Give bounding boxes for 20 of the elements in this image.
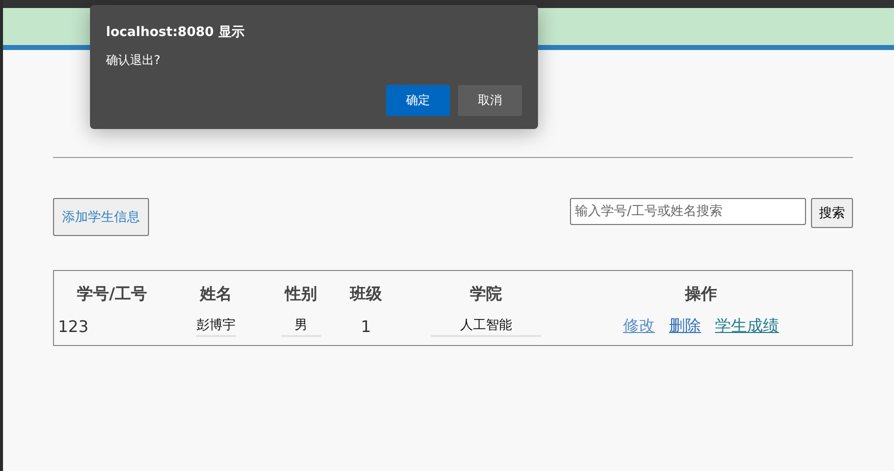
action-link[interactable]: 学生成绩 (715, 316, 779, 336)
college-field[interactable]: 人工智能 (431, 316, 541, 336)
table-cell-text: 123 (57, 316, 90, 336)
column-header: 姓名 (198, 284, 233, 304)
dialog-message: 确认退出? (106, 52, 162, 69)
column-header: 操作 (684, 284, 718, 304)
dialog-title: localhost:8080 显示 (106, 24, 246, 41)
column-header: 学号/工号 (76, 284, 148, 304)
gender-field[interactable]: 男 (281, 316, 321, 336)
add-student-button[interactable]: 添加学生信息 (53, 198, 149, 236)
name-field[interactable]: 彭博宇 (196, 316, 236, 336)
cancel-button[interactable]: 取消 (458, 85, 522, 116)
column-header: 性别 (283, 284, 318, 304)
column-header: 学院 (469, 284, 503, 304)
search-button[interactable]: 搜索 (811, 198, 853, 228)
confirm-button[interactable]: 确定 (386, 85, 450, 116)
search-field[interactable]: 输入学号/工号或姓名搜索 (570, 198, 806, 225)
action-link[interactable]: 删除 (669, 316, 701, 336)
table-cell-text: 1 (360, 316, 372, 336)
column-header: 班级 (348, 284, 383, 304)
